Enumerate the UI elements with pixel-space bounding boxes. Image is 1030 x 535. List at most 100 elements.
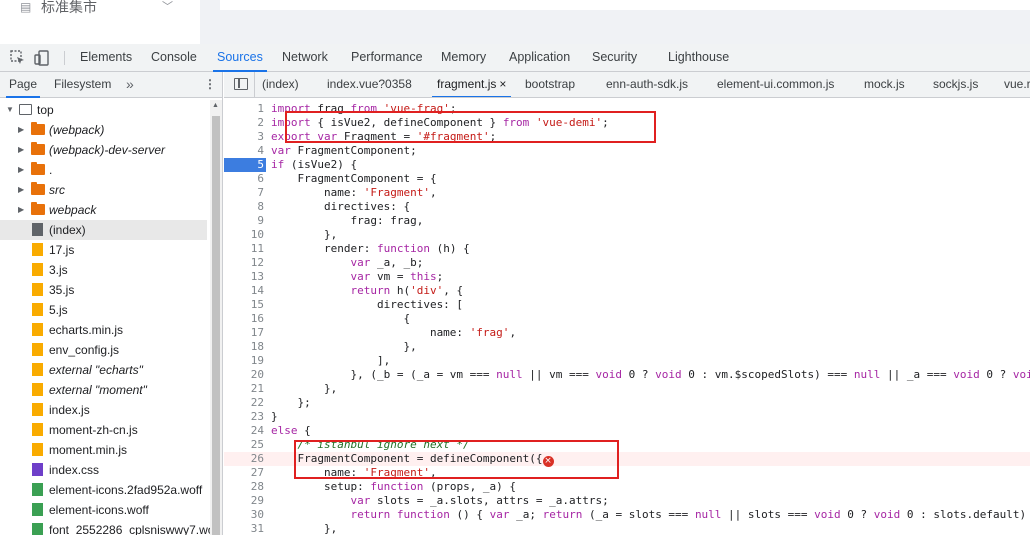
code-line[interactable]: 17 name: 'frag', — [224, 326, 1030, 340]
code-line[interactable]: 31 }, — [224, 522, 1030, 535]
code-editor[interactable]: 1 import frag from 'vue-frag'; 2 import { i… — [224, 99, 1030, 535]
collapse-arrow-icon[interactable]: ▶ — [18, 180, 28, 200]
editor-tab[interactable]: element-ui.common.js — [717, 72, 834, 97]
inspect-element-icon[interactable] — [9, 49, 27, 67]
code-line[interactable]: 22 }; — [224, 396, 1030, 410]
tree-item[interactable]: 35.js — [0, 280, 207, 300]
code-line[interactable]: 18 }, — [224, 340, 1030, 354]
line-number[interactable]: 20 — [224, 368, 264, 382]
line-number[interactable]: 6 — [224, 172, 264, 186]
code-line[interactable]: 16 { — [224, 312, 1030, 326]
tree-item[interactable]: ▶. — [0, 160, 207, 180]
tree-item[interactable]: element-icons.2fad952a.woff — [0, 480, 207, 500]
line-number[interactable]: 27 — [224, 466, 264, 480]
line-number[interactable]: 26 — [224, 452, 264, 466]
line-number[interactable]: 19 — [224, 354, 264, 368]
line-number[interactable]: 8 — [224, 200, 264, 214]
tab-page[interactable]: Page — [5, 72, 41, 98]
line-number[interactable]: 22 — [224, 396, 264, 410]
breakpoint-line-number[interactable]: 5 — [224, 158, 266, 172]
editor-tab[interactable]: enn-auth-sdk.js — [606, 72, 688, 97]
code-line[interactable]: 19 ], — [224, 354, 1030, 368]
device-toolbar-icon[interactable] — [33, 49, 51, 67]
code-line[interactable]: 13 var vm = this; — [224, 270, 1030, 284]
app-menu[interactable]: ▤ 标准集市 ﹀ — [0, 0, 200, 44]
scrollbar-thumb[interactable] — [212, 116, 220, 535]
tree-item[interactable]: 17.js — [0, 240, 207, 260]
tree-item[interactable]: external "moment" — [0, 380, 207, 400]
tree-item[interactable]: (index) — [0, 220, 207, 240]
code-line[interactable]: 30 return function () { var _a; return (… — [224, 508, 1030, 522]
code-line[interactable]: 24 else { — [224, 424, 1030, 438]
tree-item[interactable]: moment.min.js — [0, 440, 207, 460]
code-line[interactable]: 26 FragmentComponent = defineComponent({… — [224, 452, 1030, 467]
tab-console[interactable]: Console — [151, 44, 197, 71]
line-number[interactable]: 2 — [224, 116, 264, 130]
code-line[interactable]: 28 setup: function (props, _a) { — [224, 480, 1030, 494]
tree-item[interactable]: external "echarts" — [0, 360, 207, 380]
line-number[interactable]: 17 — [224, 326, 264, 340]
line-number[interactable]: 14 — [224, 284, 264, 298]
line-number[interactable]: 23 — [224, 410, 264, 424]
kebab-menu-icon[interactable]: ⋮ — [204, 72, 216, 97]
line-number[interactable]: 11 — [224, 242, 264, 256]
line-number[interactable]: 30 — [224, 508, 264, 522]
tab-sources[interactable]: Sources — [213, 44, 267, 72]
code-line[interactable]: 20 }, (_b = (_a = vm === null || vm === … — [224, 368, 1030, 382]
code-line[interactable]: 10 }, — [224, 228, 1030, 242]
navigator-scrollbar[interactable]: ▲ — [210, 100, 222, 535]
code-line[interactable]: 1 import frag from 'vue-frag'; — [224, 102, 1030, 116]
editor-tab-active[interactable]: fragment.js × — [431, 72, 512, 97]
code-line[interactable]: 12 var _a, _b; — [224, 256, 1030, 270]
code-line[interactable]: 9 frag: frag, — [224, 214, 1030, 228]
collapse-arrow-icon[interactable]: ▶ — [18, 160, 28, 180]
editor-tab[interactable]: bootstrap — [525, 72, 575, 97]
tree-item[interactable]: ▶ (webpack)-dev-server — [0, 140, 207, 160]
tree-item[interactable]: font_2552286_cplsniswwy7.woff — [0, 520, 210, 535]
tab-performance[interactable]: Performance — [351, 44, 423, 71]
code-line[interactable]: 2 import { isVue2, defineComponent } from… — [224, 116, 1030, 130]
tree-item[interactable]: ▶ (webpack) — [0, 120, 207, 140]
tab-security[interactable]: Security — [592, 44, 637, 71]
line-number[interactable]: 1 — [224, 102, 264, 116]
tab-elements[interactable]: Elements — [80, 44, 132, 71]
code-line[interactable]: 23} — [224, 410, 1030, 424]
tree-item[interactable]: ▼ top — [0, 100, 207, 120]
code-line[interactable]: 21 }, — [224, 382, 1030, 396]
tree-item[interactable]: index.js — [0, 400, 207, 420]
more-tabs-icon[interactable]: » — [126, 72, 134, 97]
tree-item[interactable]: env_config.js — [0, 340, 207, 360]
line-number[interactable]: 7 — [224, 186, 264, 200]
tree-item[interactable]: moment-zh-cn.js — [0, 420, 207, 440]
code-line[interactable]: 11 render: function (h) { — [224, 242, 1030, 256]
tree-item[interactable]: 5.js — [0, 300, 207, 320]
scroll-up-icon[interactable]: ▲ — [212, 102, 219, 109]
line-number[interactable]: 21 — [224, 382, 264, 396]
line-number[interactable]: 28 — [224, 480, 264, 494]
code-line[interactable]: 15 directives: [ — [224, 298, 1030, 312]
tab-memory[interactable]: Memory — [441, 44, 486, 71]
code-line[interactable]: 3 export var Fragment = '#fragment'; — [224, 130, 1030, 144]
tree-item[interactable]: ▶ src — [0, 180, 207, 200]
expand-arrow-icon[interactable]: ▼ — [6, 100, 16, 120]
code-line[interactable]: 8 directives: { — [224, 200, 1030, 214]
editor-tab[interactable]: index.vue?0358 — [327, 72, 412, 97]
editor-tab[interactable]: (index) — [262, 72, 299, 97]
collapse-arrow-icon[interactable]: ▶ — [18, 200, 28, 220]
line-number[interactable]: 12 — [224, 256, 264, 270]
tab-filesystem[interactable]: Filesystem — [54, 72, 111, 97]
line-number[interactable]: 13 — [224, 270, 264, 284]
toggle-navigator-icon[interactable] — [234, 78, 248, 90]
line-number[interactable]: 16 — [224, 312, 264, 326]
editor-tab[interactable]: vue.runtime.esm.js — [1004, 72, 1030, 97]
line-number[interactable]: 25 — [224, 438, 264, 452]
line-number[interactable]: 10 — [224, 228, 264, 242]
code-line[interactable]: 14 return h('div', { — [224, 284, 1030, 298]
chevron-down-icon[interactable]: ﹀ — [162, 0, 173, 14]
tree-item[interactable]: element-icons.woff — [0, 500, 207, 520]
line-number[interactable]: 15 — [224, 298, 264, 312]
tab-application[interactable]: Application — [509, 44, 570, 71]
tree-item[interactable]: index.css — [0, 460, 207, 480]
code-line[interactable]: 5 if (isVue2) { — [224, 158, 1030, 172]
line-number[interactable]: 4 — [224, 144, 264, 158]
